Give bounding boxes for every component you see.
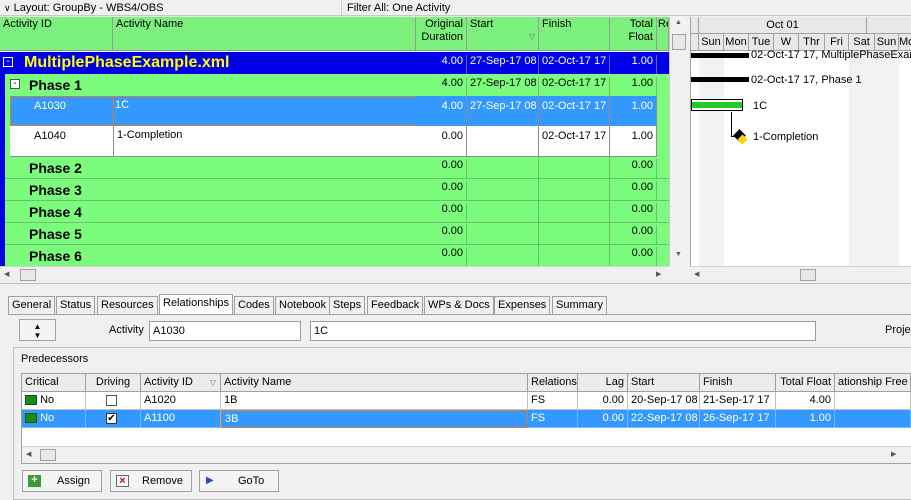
driving-checkbox[interactable] [106,395,117,406]
tab-expenses[interactable]: Expenses [494,296,551,314]
tab-wps-docs[interactable]: WPs & Docs [424,296,494,314]
col-relations[interactable]: Relations [528,374,578,392]
assign-button[interactable]: + Assign [22,470,102,492]
grid-hscrollbar[interactable]: ◀ ▶ [0,266,669,283]
gantt-activity-bar[interactable] [691,99,743,111]
activity-row-selected[interactable]: A1030 1C 4.00 27-Sep-17 08 02-Oct-17 17 … [5,96,669,126]
gantt-hscroll-thumb[interactable] [800,269,816,281]
grid-vscroll-thumb[interactable] [672,34,686,50]
remove-button[interactable]: × Remove [110,470,192,492]
chevron-down-icon: ∨ [4,3,11,13]
link-arrow-icon [25,413,37,424]
tab-steps[interactable]: Steps [329,296,366,314]
col-activity-id[interactable]: Activity ID [0,17,113,51]
arrow-left-icon[interactable]: ◀ [4,270,9,278]
col-finish[interactable]: Finish [539,17,610,51]
predecessors-hscrollbar[interactable]: ◀ ▶ [22,446,911,463]
gantt-month: Oct 01 [699,17,867,34]
gantt-chart[interactable]: Oct 01 Sun Mon Tue W Thr Fri Sat Sun Mo … [690,17,911,266]
col-orig-duration[interactable]: Original Duration [416,17,467,51]
arrow-up-icon[interactable]: ▲ [675,19,682,26]
sort-icon: ▽ [528,32,535,41]
col-pred-start[interactable]: Start [628,374,700,392]
remove-x-icon: × [116,475,129,487]
phase-row[interactable]: Phase 2 0.00 0.00 [5,157,669,179]
predecessors-title: Predecessors [21,353,89,365]
up-down-arrows-icon[interactable]: ▲ ▼ [19,319,56,341]
col-pred-activity-id[interactable]: Activity ID ▽ [141,374,221,392]
col-pred-activity-name[interactable]: Activity Name [221,374,528,392]
phase-row[interactable]: - Phase 1 4.00 27-Sep-17 08 02-Oct-17 17… [5,74,669,96]
col-critical[interactable]: Critical [22,374,86,392]
gantt-day: Sun [699,34,724,51]
filter-label[interactable]: Filter All: One Activity [343,1,911,15]
gantt-phase1-bar[interactable] [691,77,749,82]
gantt-hscrollbar[interactable]: ◀ [690,266,911,283]
arrow-right-icon[interactable]: ▶ [891,450,896,458]
tab-notebook[interactable]: Notebook [275,296,331,314]
gantt-milestone-label: 1-Completion [753,131,819,143]
col-pred-total-float[interactable]: Total Float [776,374,835,392]
tab-resources[interactable]: Resources [97,296,158,314]
project-row[interactable]: - MultiplePhaseExample.xml 4.00 27-Sep-1… [0,52,669,74]
col-start[interactable]: Start ▽ [467,17,539,51]
tab-general[interactable]: General [8,296,56,314]
tab-status[interactable]: Status [56,296,96,314]
arrow-left-icon[interactable]: ◀ [26,450,31,458]
col-re[interactable]: Re [657,17,669,51]
arrow-down-icon[interactable]: ▼ [675,251,682,258]
goto-button[interactable]: ▶ GoTo [199,470,279,492]
col-lag[interactable]: Lag [578,374,628,392]
tab-codes[interactable]: Codes [234,296,274,314]
layout-toolbar: ∨ Layout: GroupBy - WBS4/OBS Filter All:… [0,0,911,16]
activity-row[interactable]: A1040 1-Completion 0.00 02-Oct-17 17 1.0… [5,126,669,157]
splitter[interactable] [0,283,911,291]
activity-id-field[interactable]: A1030 [149,321,301,341]
activity-name-field[interactable]: 1C [310,321,816,341]
grid-vscrollbar[interactable]: ▲ ▼ [669,17,687,266]
tab-summary[interactable]: Summary [552,296,608,314]
phase-row[interactable]: Phase 3 0.00 0.00 [5,179,669,201]
col-total-float[interactable]: Total Float [610,17,657,51]
arrow-right-icon[interactable]: ▶ [656,270,661,278]
tab-feedback[interactable]: Feedback [367,296,424,314]
grid-hscroll-thumb[interactable] [20,269,36,281]
predecessor-row[interactable]: No A1020 1B FS 0.00 20-Sep-17 08 21-Sep-… [22,392,911,410]
tab-relationships[interactable]: Relationships [159,294,234,315]
col-activity-name[interactable]: Activity Name [113,17,416,51]
goto-arrow-icon: ▶ [206,475,214,486]
gantt-day: Mon [724,34,749,51]
col-pred-finish[interactable]: Finish [700,374,776,392]
phase-row[interactable]: Phase 5 0.00 0.00 [5,223,669,245]
project-label: Proje [885,324,911,336]
arrow-left-icon[interactable]: ◀ [694,270,699,278]
activity-label: Activity [109,324,144,336]
layout-selector[interactable]: ∨ Layout: GroupBy - WBS4/OBS [0,1,342,15]
pred-hscroll-thumb[interactable] [40,449,56,461]
project-name: MultiplePhaseExample.xml [24,54,230,71]
gantt-project-label: 02-Oct-17 17, MultiplePhaseExam [751,49,911,61]
layout-label: Layout: GroupBy - WBS4/OBS [13,2,164,14]
sort-icon: ▽ [209,378,216,387]
phase-row[interactable]: Phase 4 0.00 0.00 [5,201,669,223]
gantt-phase1-label: 02-Oct-17 17, Phase 1 [751,74,862,86]
gantt-activity-label: 1C [753,100,768,112]
link-arrow-icon [25,395,37,406]
col-driving[interactable]: Driving [86,374,141,392]
collapse-icon[interactable]: - [10,79,20,89]
driving-checkbox-checked[interactable]: ✔ [106,413,117,424]
collapse-icon[interactable]: - [3,57,13,67]
assign-plus-icon: + [28,475,41,487]
phase-row[interactable]: Phase 6 0.00 0.00 [5,245,669,266]
gantt-project-bar[interactable] [691,53,749,58]
predecessor-row-selected[interactable]: No ✔ A1100 3B FS 0.00 22-Sep-17 08 26-Se… [22,410,911,428]
col-relationship-free-float[interactable]: ationship Free [835,374,911,392]
